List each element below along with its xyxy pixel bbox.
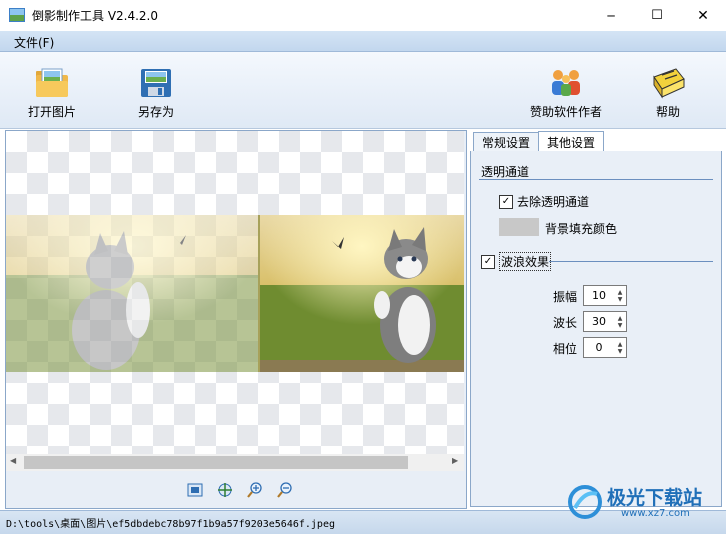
maximize-button[interactable]: ☐ (634, 0, 680, 31)
window-title: 倒影制作工具 V2.4.2.0 (32, 9, 159, 23)
open-folder-icon (36, 68, 68, 97)
bg-fill-label: 背景填充颜色 (545, 222, 618, 236)
save-as-label: 另存为 (138, 105, 175, 119)
phase-value[interactable]: 0 (584, 341, 614, 354)
watermark-title: 极光下载站 (607, 487, 703, 509)
save-disk-icon (141, 69, 171, 97)
wavelength-spinbox[interactable]: 30 ▲ ▼ (583, 311, 627, 332)
close-icon: ✕ (697, 7, 709, 24)
remove-alpha-checkbox[interactable]: ✓ (499, 194, 513, 209)
zoom-in-icon[interactable] (246, 481, 264, 499)
open-image-button[interactable]: 打开图片 (28, 67, 76, 120)
menu-bar (0, 31, 726, 52)
close-button[interactable]: ✕ (680, 0, 726, 31)
amplitude-value[interactable]: 10 (584, 289, 614, 302)
wavelength-label: 波长 (553, 316, 578, 330)
horizontal-scrollbar[interactable]: ◀ ▶ (6, 454, 464, 471)
app-icon (9, 7, 25, 23)
actual-size-icon[interactable] (216, 481, 234, 499)
watermark: 极光下载站 www.xz7.com (565, 480, 725, 528)
spin-arrows-icon[interactable]: ▲ ▼ (614, 312, 626, 331)
save-as-button[interactable]: 另存为 (138, 67, 174, 120)
watermark-url: www.xz7.com (621, 508, 690, 519)
minimize-icon: ─ (607, 8, 615, 23)
bg-fill-color-swatch[interactable] (499, 218, 539, 236)
fit-screen-icon[interactable] (186, 481, 204, 499)
menu-file[interactable]: 文件(F) (14, 34, 54, 51)
help-button[interactable]: 帮助 (650, 67, 686, 120)
group-divider (549, 261, 713, 262)
phase-label: 相位 (553, 342, 578, 356)
scroll-left-icon[interactable]: ◀ (10, 456, 16, 465)
open-image-label: 打开图片 (28, 105, 77, 119)
amplitude-label: 振幅 (553, 290, 578, 304)
preview-canvas[interactable] (6, 131, 464, 454)
settings-panel: 透明通道 ✓ 去除透明通道 背景填充颜色 ✓ 波浪效果 振幅 10 ▲ ▼ 波长 … (470, 151, 722, 507)
minimize-button[interactable]: ─ (588, 0, 634, 31)
help-label: 帮助 (655, 105, 680, 119)
remove-alpha-option[interactable]: ✓ 去除透明通道 (499, 193, 589, 210)
sponsor-label: 赞助软件作者 (530, 105, 603, 119)
scroll-right-icon[interactable]: ▶ (452, 456, 458, 465)
watermark-logo-icon (568, 485, 602, 519)
zoom-out-icon[interactable] (276, 481, 294, 499)
tab-other-settings[interactable]: 其他设置 (538, 131, 605, 153)
spin-arrows-icon[interactable]: ▲ ▼ (614, 286, 626, 305)
spin-arrows-icon[interactable]: ▲ ▼ (614, 338, 626, 357)
maximize-icon: ☐ (651, 8, 663, 23)
wave-effect-checkbox[interactable]: ✓ (481, 254, 495, 269)
group-divider (479, 179, 713, 180)
amplitude-spinbox[interactable]: 10 ▲ ▼ (583, 285, 627, 306)
file-path-status: D:\tools\桌面\图片\ef5dbdebc78b97f1b9a57f920… (6, 519, 335, 530)
tab-general-settings[interactable]: 常规设置 (473, 132, 540, 152)
wavelength-value[interactable]: 30 (584, 315, 614, 328)
toolbar (0, 52, 726, 129)
phase-spinbox[interactable]: 0 ▲ ▼ (583, 337, 627, 358)
help-book-icon (653, 68, 685, 99)
sponsor-button[interactable]: 赞助软件作者 (530, 67, 602, 120)
scrollbar-thumb[interactable] (24, 456, 408, 469)
check-icon: ✓ (501, 195, 511, 207)
sponsor-people-icon (552, 70, 580, 96)
wave-effect-label: 波浪效果 (499, 252, 552, 271)
check-icon: ✓ (483, 255, 493, 267)
preview-image (6, 215, 464, 372)
remove-alpha-label: 去除透明通道 (517, 195, 590, 209)
wave-effect-option[interactable]: ✓ 波浪效果 (481, 252, 552, 271)
transparency-group-title: 透明通道 (481, 165, 530, 179)
